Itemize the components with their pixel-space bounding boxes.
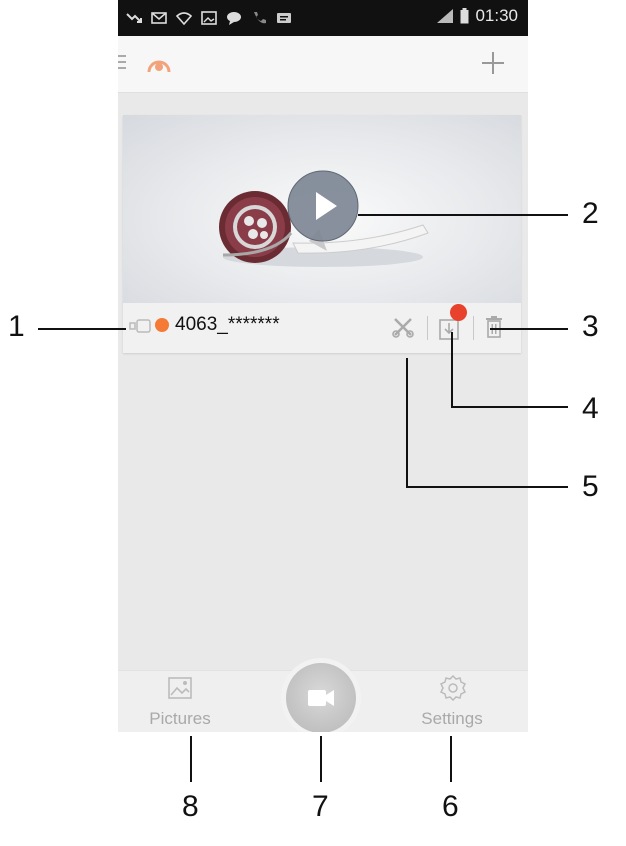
pictures-label[interactable]: Pictures bbox=[120, 709, 240, 729]
callout-line-3 bbox=[490, 328, 568, 330]
callout-line-7 bbox=[320, 736, 322, 782]
callout-5: 5 bbox=[582, 470, 599, 503]
video-thumbnail[interactable] bbox=[123, 115, 521, 303]
menu-icon[interactable] bbox=[118, 52, 132, 72]
callout-line-5b bbox=[406, 486, 568, 488]
callout-line-4a bbox=[451, 332, 453, 408]
message-icon bbox=[277, 13, 291, 23]
device-bar: 4063_******* bbox=[123, 303, 521, 353]
callout-7: 7 bbox=[312, 790, 329, 823]
play-icon[interactable] bbox=[287, 170, 359, 242]
status-time: 01:30 bbox=[475, 6, 518, 25]
callout-line-4b bbox=[451, 406, 568, 408]
battery-icon bbox=[460, 8, 469, 24]
callout-line-6 bbox=[450, 736, 452, 782]
status-bar: 01:30 bbox=[118, 0, 528, 36]
gallery-icon bbox=[201, 11, 217, 25]
camera-icon bbox=[129, 319, 151, 333]
pictures-icon[interactable] bbox=[168, 677, 192, 699]
callout-line-5a bbox=[406, 358, 408, 488]
callout-3: 3 bbox=[582, 310, 599, 343]
device-name: 4063_******* bbox=[175, 314, 280, 335]
divider bbox=[427, 316, 428, 340]
settings-icon[interactable] bbox=[440, 675, 466, 701]
status-dot bbox=[155, 318, 169, 332]
bottom-nav: Pictures Settings bbox=[118, 663, 528, 732]
callout-6: 6 bbox=[442, 790, 459, 823]
callout-line-8 bbox=[190, 736, 192, 782]
video-camera-icon bbox=[308, 690, 334, 706]
phone-screen: 01:30 4063_******* Pictures Settings bbox=[118, 0, 528, 732]
callout-2: 2 bbox=[582, 197, 599, 230]
callout-8: 8 bbox=[182, 790, 199, 823]
missed-call-icon bbox=[126, 13, 142, 23]
app-bar bbox=[118, 36, 528, 93]
notification-badge bbox=[450, 304, 467, 321]
logo-icon[interactable] bbox=[144, 50, 174, 78]
record-button[interactable] bbox=[286, 663, 356, 732]
add-icon[interactable] bbox=[480, 50, 506, 76]
callout-line-2 bbox=[358, 214, 568, 216]
device-list: 4063_******* bbox=[118, 93, 528, 670]
trash-icon[interactable] bbox=[483, 315, 505, 339]
settings-label[interactable]: Settings bbox=[392, 709, 512, 729]
callout-4: 4 bbox=[582, 392, 599, 425]
callout-line-1 bbox=[38, 328, 126, 330]
status-right: 01:30 bbox=[436, 6, 518, 26]
callout-1: 1 bbox=[8, 310, 25, 343]
mail-icon bbox=[151, 12, 167, 24]
phone-icon bbox=[254, 12, 266, 24]
tools-icon[interactable] bbox=[391, 315, 415, 339]
device-card[interactable]: 4063_******* bbox=[123, 115, 521, 353]
divider bbox=[473, 316, 474, 340]
signal-icon bbox=[437, 9, 454, 23]
chat-icon bbox=[227, 12, 241, 25]
status-icons bbox=[126, 6, 292, 30]
wifi-icon bbox=[176, 12, 192, 25]
